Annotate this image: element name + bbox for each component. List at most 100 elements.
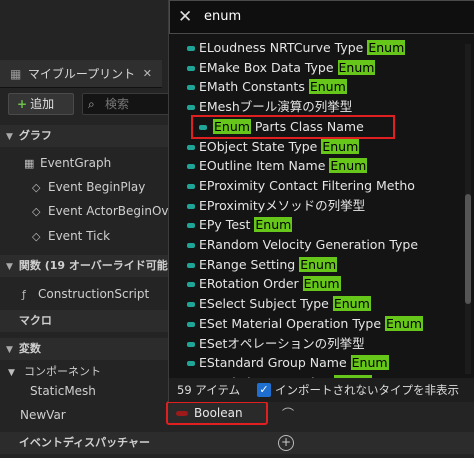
graph-item-actor-begin-overlap[interactable]: ◇ Event ActorBeginOve (32, 204, 176, 218)
boolean-pin-icon (176, 411, 188, 416)
add-button[interactable]: + 追加 (8, 93, 74, 115)
type-name-text: ELoudness NRTCurve Type (199, 40, 368, 55)
function-item-label: ConstructionScript (38, 287, 150, 301)
close-icon[interactable]: ✕ (143, 60, 152, 88)
enum-pin-icon (187, 321, 195, 327)
search-match-highlight: Enum (367, 40, 406, 55)
clear-icon[interactable]: ✕ (178, 7, 192, 27)
type-name-text: ERandom Velocity Generation Type (199, 237, 419, 252)
enum-pin-icon (187, 46, 195, 51)
collapse-arrow-icon: ▼ (6, 132, 13, 142)
collapse-arrow-icon: ▼ (6, 262, 13, 272)
function-item-construction-script[interactable]: ƒ ConstructionScript (22, 287, 149, 301)
type-name-text: ERange Setting (199, 256, 300, 272)
function-icon: ƒ (22, 288, 26, 301)
type-name-text: Parts Class Name (250, 118, 364, 134)
type-list-item[interactable]: ESelect Subject Type Enum (173, 294, 467, 314)
section-macros-label: マクロ (18, 314, 52, 327)
search-match-highlight: Enum (299, 256, 338, 272)
type-list-item[interactable]: EPy Test Enum (173, 215, 467, 235)
graph-item-label: Event Tick (48, 229, 111, 243)
enum-pin-icon (187, 144, 195, 150)
section-functions-label: 関数 (19 オーバーライド可能) (18, 259, 173, 272)
scrollbar[interactable] (465, 44, 471, 374)
enum-pin-icon (187, 243, 195, 248)
variable-item-static-mesh[interactable]: StaticMesh (30, 384, 96, 398)
type-list-item[interactable]: EStandard Group Name Enum (173, 353, 467, 373)
enum-pin-icon (187, 223, 195, 229)
add-dispatcher-icon[interactable]: + (278, 435, 294, 451)
enum-pin-icon (187, 183, 195, 189)
type-list: ELoudness NRTCurve Type Enum EMake Box Da… (173, 34, 467, 378)
search-icon: ⌕ (88, 97, 95, 111)
variable-item-label: NewVar (20, 408, 66, 422)
search-match-highlight: Enum (321, 138, 360, 154)
type-list-item[interactable]: Enum Parts Class Name (191, 114, 395, 139)
type-list-item[interactable]: ERotation Order Enum (173, 274, 467, 294)
type-name-text: ESelect Subject Type (199, 296, 333, 312)
type-list-item[interactable]: EOutline Item Name Enum (173, 156, 467, 176)
collapse-arrow-icon: ▼ (6, 345, 13, 355)
type-list-item[interactable]: EObject State Type Enum (173, 137, 467, 157)
variable-item-new-var[interactable]: NewVar (20, 408, 66, 422)
enum-pin-icon (187, 361, 195, 367)
event-icon: ◇ (32, 230, 41, 243)
visibility-eye-icon[interactable]: ⌒ (282, 405, 294, 422)
search-match-highlight: Enum (332, 296, 371, 312)
type-list-item[interactable]: ESet Material Operation Type Enum (173, 314, 467, 334)
type-list-item[interactable]: EProximity Contact Filtering Metho (173, 176, 467, 196)
type-list-item[interactable]: EMeshブール演算の列挙型 (173, 97, 467, 117)
enum-pin-icon (187, 65, 195, 71)
type-name-text: ESetオペレーションの列挙型 (199, 335, 365, 351)
enum-pin-icon (187, 105, 195, 111)
type-name-text: EMake Box Data Type (199, 59, 338, 75)
search-match-highlight: Enum (329, 158, 368, 174)
type-list-item[interactable]: ELoudness NRTCurve Type Enum (173, 38, 467, 58)
type-list-item[interactable]: EProximityメソッドの列挙型 (173, 196, 467, 216)
subsection-components[interactable]: ▼ コンポーネント (8, 363, 101, 379)
search-placeholder: 検索 (105, 97, 130, 111)
add-button-label: 追加 (30, 97, 55, 111)
scrollbar-thumb[interactable] (465, 194, 471, 304)
graph-item-tick[interactable]: ◇ Event Tick (32, 229, 110, 243)
search-match-highlight: Enum (302, 276, 341, 292)
event-icon: ◇ (32, 205, 41, 218)
plus-icon: + (17, 97, 28, 111)
graph-item-event-graph[interactable]: ▦ EventGraph (24, 156, 111, 170)
type-list-item[interactable]: ESetオペレーションの列挙型 (173, 334, 467, 354)
search-match-highlight: Enum (350, 355, 389, 371)
type-name-text: EOutline Item Name (199, 158, 330, 174)
type-name-text: EProximity Contact Filtering Metho (199, 177, 415, 193)
type-filter-input[interactable]: ✕ enum (169, 0, 474, 34)
type-name-text: ESet Material Operation Type (199, 315, 386, 331)
type-list-item[interactable]: EMake Box Data Type Enum (173, 58, 467, 78)
subsection-components-label: コンポーネント (24, 365, 101, 378)
collapse-arrow-icon: ▼ (8, 368, 15, 378)
graph-item-begin-play[interactable]: ◇ Event BeginPlay (32, 180, 145, 194)
section-dispatchers[interactable]: ▼イベントディスパッチャー (0, 432, 474, 454)
type-list-item[interactable]: ERandom Velocity Generation Type (173, 235, 467, 255)
graph-item-label: Event ActorBeginOve (48, 204, 176, 218)
grid-icon: ▦ (10, 67, 22, 81)
graph-item-label: EventGraph (40, 156, 112, 170)
enum-pin-icon (187, 282, 195, 288)
hide-unimported-label: インポートされないタイプを非表示 (275, 383, 459, 397)
hide-unimported-checkbox[interactable]: ✓ (257, 383, 271, 397)
variable-type-label: Boolean (194, 406, 243, 420)
enum-pin-icon (199, 124, 207, 130)
my-blueprint-tab[interactable]: ▦ マイブループリント ✕ (0, 60, 162, 88)
graph-item-label: Event BeginPlay (48, 180, 146, 194)
type-name-text: EPy Test (199, 217, 255, 233)
search-match-highlight: Enum (213, 118, 251, 134)
search-match-highlight: Enum (337, 59, 376, 75)
search-match-highlight: Enum (308, 79, 347, 95)
type-name-text: EMeshブール演算の列挙型 (199, 99, 353, 115)
type-list-item[interactable]: ERange Setting Enum (173, 255, 467, 275)
variable-type-selector[interactable]: Boolean (166, 401, 268, 425)
search-match-highlight: Enum (385, 315, 423, 331)
type-list-item[interactable]: EMath Constants Enum (173, 77, 467, 97)
type-name-text: EProximityメソッドの列挙型 (199, 197, 366, 213)
search-match-highlight: Enum (254, 217, 293, 233)
enum-pin-icon (187, 302, 195, 308)
variable-item-label: StaticMesh (30, 384, 96, 398)
